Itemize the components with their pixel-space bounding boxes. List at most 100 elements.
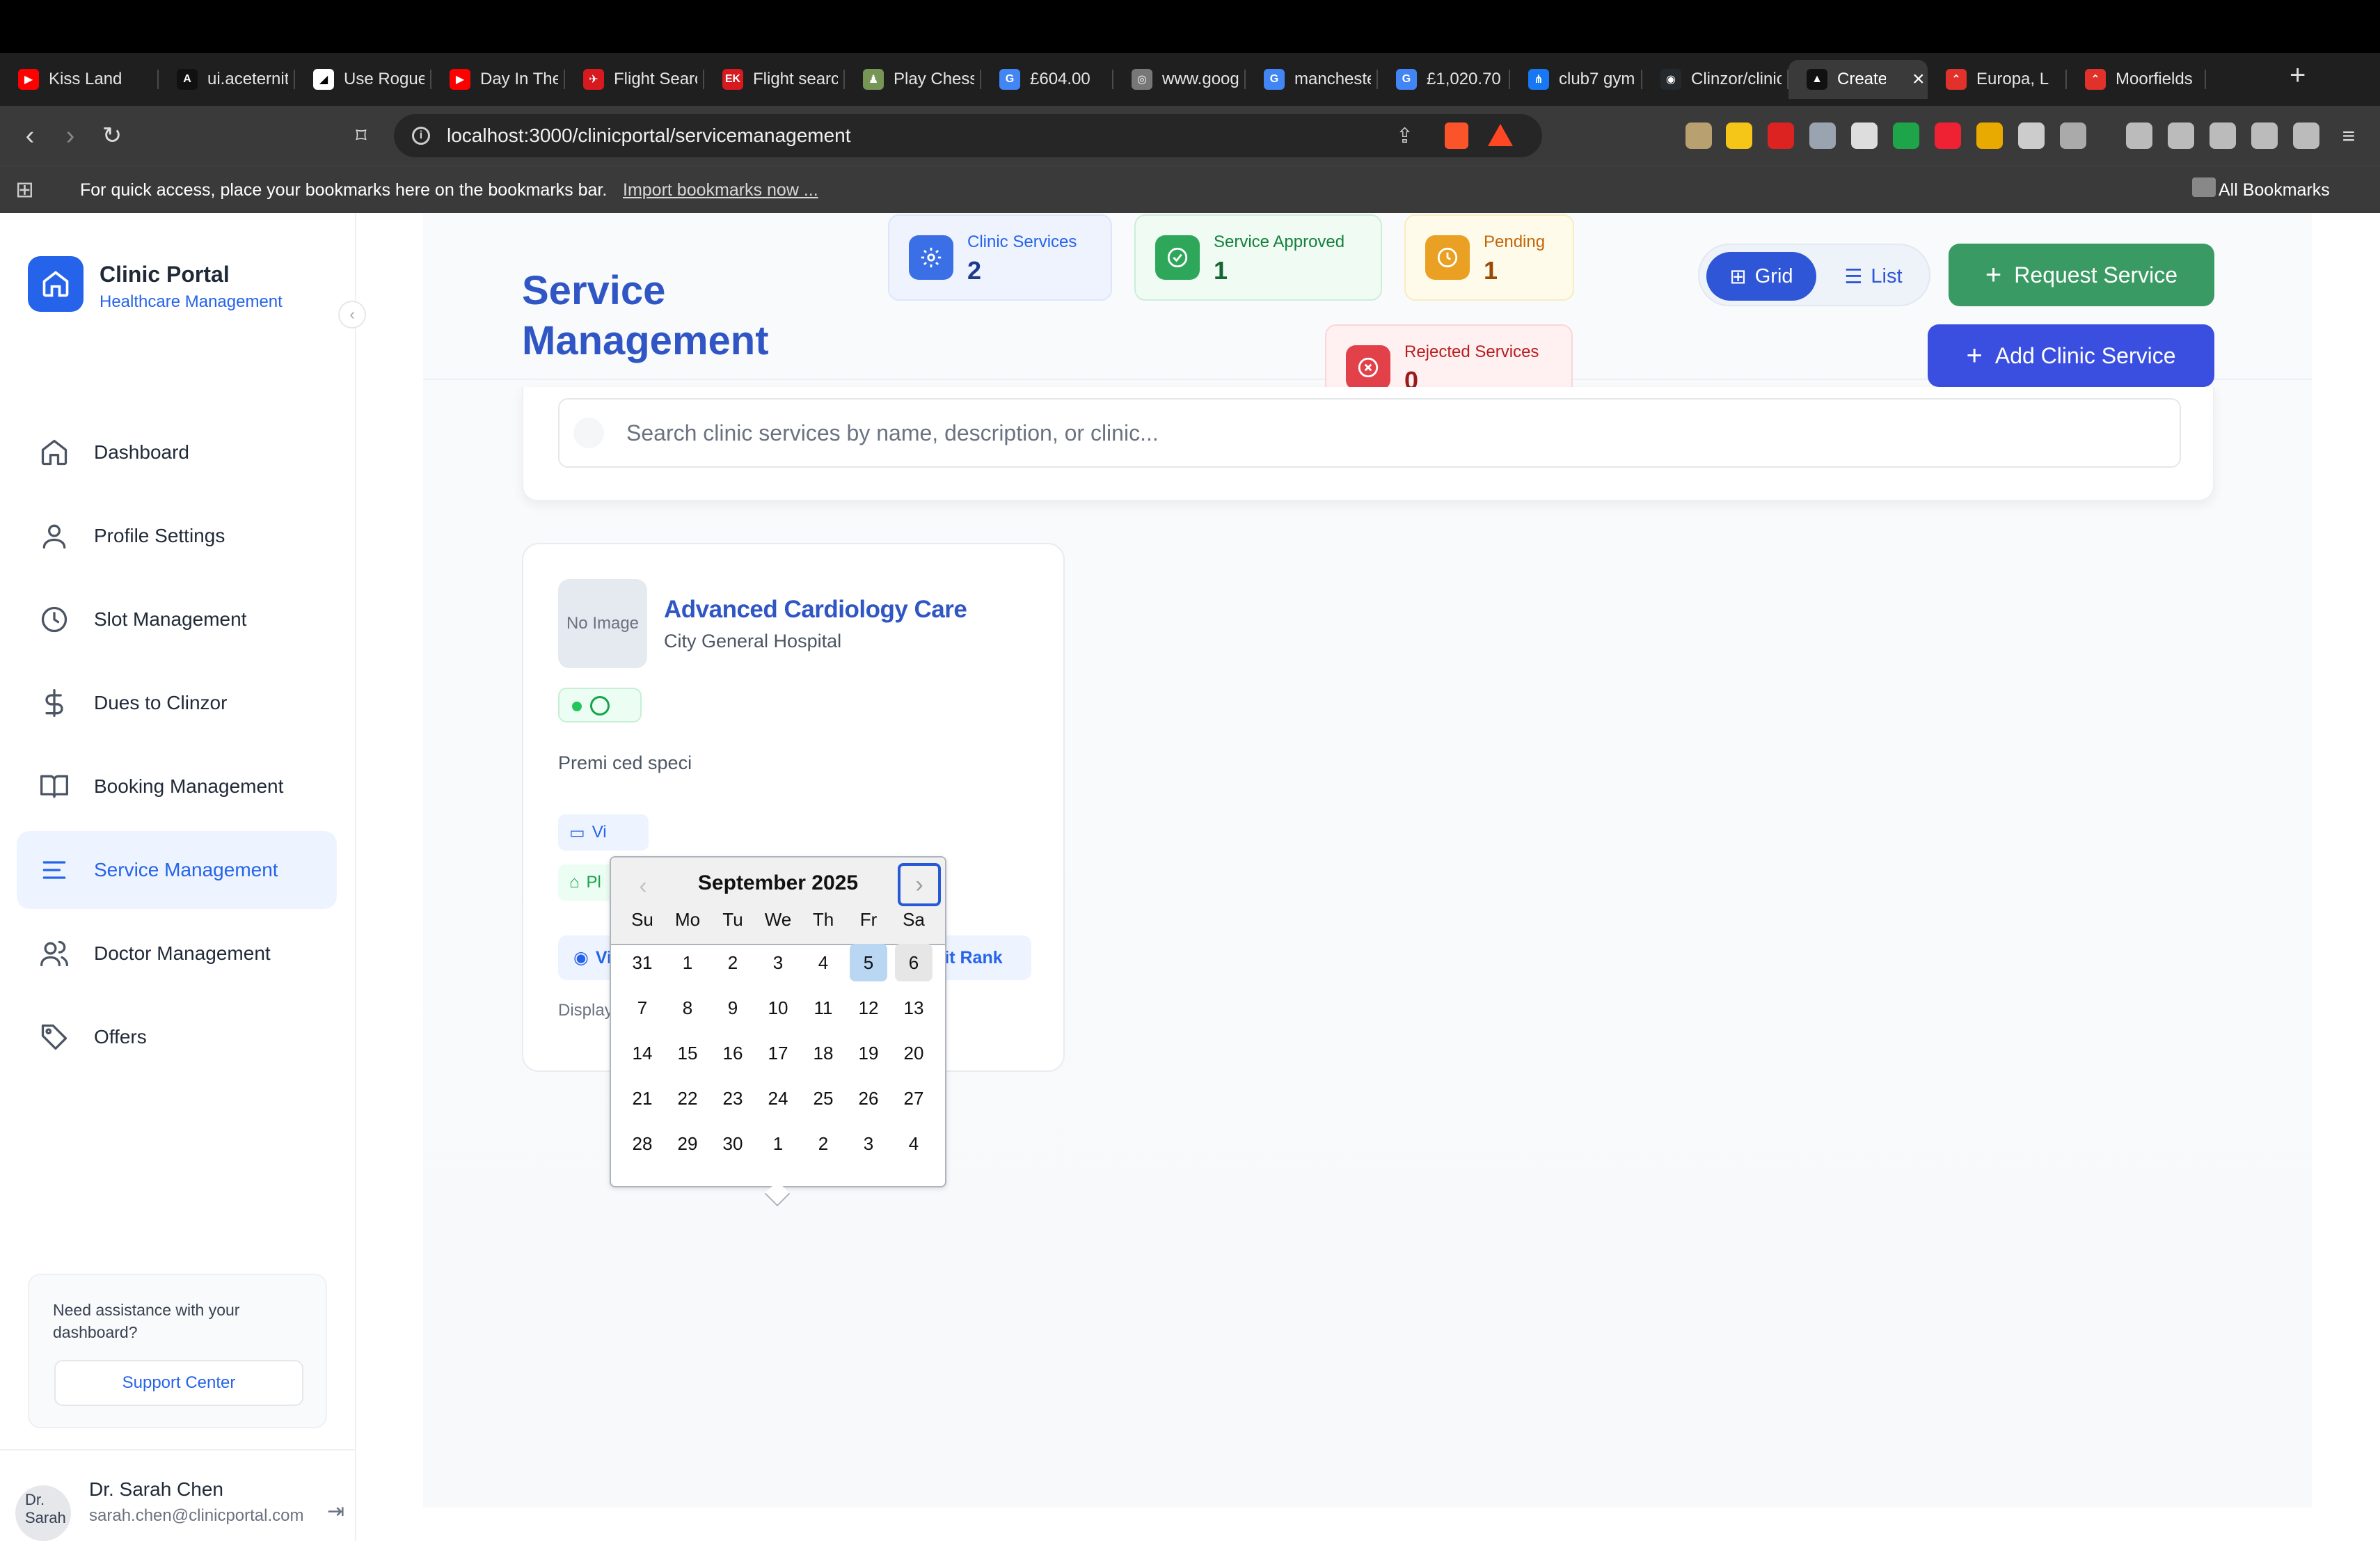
- calendar-day[interactable]: 5: [850, 944, 887, 981]
- wallet-icon[interactable]: [2210, 123, 2236, 149]
- vpn-icon[interactable]: [2293, 123, 2319, 149]
- collapse-sidebar-button[interactable]: ‹: [338, 301, 366, 329]
- browser-tab[interactable]: ▶ Kiss Land: [0, 60, 159, 99]
- calendar-day[interactable]: 4: [895, 1125, 933, 1162]
- sidebar-item-offers[interactable]: Offers: [17, 998, 337, 1076]
- sidebar-toggle-icon[interactable]: [2168, 123, 2194, 149]
- extension-icon-8[interactable]: [1976, 123, 2003, 149]
- shield-extension-icon[interactable]: [1809, 123, 1836, 149]
- calendar-day[interactable]: 10: [759, 989, 797, 1027]
- browser-tab[interactable]: Gmanchester: [1246, 60, 1378, 99]
- bookmark-icon[interactable]: ⌑: [345, 120, 377, 152]
- calendar-day[interactable]: 3: [759, 944, 797, 981]
- calendar-day[interactable]: 27: [895, 1080, 933, 1117]
- calendar-day[interactable]: 31: [624, 944, 661, 981]
- share-icon[interactable]: ⇪: [1396, 124, 1413, 148]
- service-title[interactable]: Advanced Cardiology Care: [664, 596, 967, 624]
- address-bar[interactable]: i localhost:3000/clinicportal/serviceman…: [394, 114, 1542, 157]
- reload-icon[interactable]: ↻: [96, 120, 128, 152]
- music-icon[interactable]: [2126, 123, 2152, 149]
- request-service-button[interactable]: + Request Service: [1949, 244, 2214, 306]
- calendar-day[interactable]: 20: [895, 1034, 933, 1072]
- browser-tab[interactable]: ⋔ club7 gym: [1510, 60, 1642, 99]
- leo-ai-icon[interactable]: [2251, 123, 2278, 149]
- url-text[interactable]: localhost:3000/clinicportal/servicemanag…: [447, 125, 851, 147]
- brave-rewards-icon[interactable]: [1488, 124, 1513, 146]
- calendar-day[interactable]: 8: [669, 989, 706, 1027]
- calendar-day[interactable]: 19: [850, 1034, 887, 1072]
- browser-tab[interactable]: ▲ Create ×: [1788, 60, 1928, 99]
- import-bookmarks-link[interactable]: Import bookmarks now ...: [623, 180, 818, 200]
- browser-tab[interactable]: G £604.00: [981, 60, 1113, 99]
- browser-tab[interactable]: Aui.aceternity: [159, 60, 295, 99]
- extension-icon-3[interactable]: [1768, 123, 1794, 149]
- extension-icon-7[interactable]: [1935, 123, 1961, 149]
- calendar-day[interactable]: 9: [714, 989, 752, 1027]
- browser-tab[interactable]: ▶ Day In The: [431, 60, 565, 99]
- sidebar-item-dashboard[interactable]: Dashboard: [17, 413, 337, 491]
- browser-tab[interactable]: EK Flight search: [704, 60, 845, 99]
- calendar-day[interactable]: 22: [669, 1080, 706, 1117]
- sidebar-item-slot-management[interactable]: Slot Management: [17, 580, 337, 658]
- calendar-day[interactable]: 1: [669, 944, 706, 981]
- calendar-day[interactable]: 6: [895, 944, 933, 981]
- calendar-day[interactable]: 2: [714, 944, 752, 981]
- calendar-day[interactable]: 1: [759, 1125, 797, 1162]
- sidebar-item-booking-management[interactable]: Booking Management: [17, 748, 337, 825]
- browser-tab[interactable]: G £1,020.70: [1378, 60, 1510, 99]
- puzzle-icon[interactable]: [2018, 123, 2045, 149]
- calendar-day[interactable]: 29: [669, 1125, 706, 1162]
- next-month-icon[interactable]: ›: [898, 863, 941, 906]
- browser-tab[interactable]: ◢ Use Rogue: [295, 60, 431, 99]
- browser-tab[interactable]: ♟ Play Chess: [845, 60, 981, 99]
- browser-tab[interactable]: ✈ Flight Search: [565, 60, 704, 99]
- sidebar-item-profile-settings[interactable]: Profile Settings: [17, 497, 337, 575]
- calendar-day[interactable]: 30: [714, 1125, 752, 1162]
- calendar-day[interactable]: 7: [624, 989, 661, 1027]
- calendar-day[interactable]: 28: [624, 1125, 661, 1162]
- calendar-day[interactable]: 16: [714, 1034, 752, 1072]
- sidebar-item-dues-to-clinzor[interactable]: Dues to Clinzor: [17, 664, 337, 742]
- all-bookmarks[interactable]: All Bookmarks: [2219, 180, 2330, 200]
- calendar-day[interactable]: 18: [804, 1034, 842, 1072]
- calendar-day[interactable]: 17: [759, 1034, 797, 1072]
- site-info-icon[interactable]: i: [412, 127, 430, 145]
- extension-icon-6[interactable]: [1893, 123, 1919, 149]
- browser-tab[interactable]: ◎ www.google: [1113, 60, 1246, 99]
- calendar-day[interactable]: 15: [669, 1034, 706, 1072]
- browser-tab[interactable]: ◉ Clinzor/clinic: [1642, 60, 1788, 99]
- calendar-day[interactable]: 24: [759, 1080, 797, 1117]
- new-tab-button[interactable]: +: [2290, 60, 2306, 91]
- calendar-day[interactable]: 3: [850, 1125, 887, 1162]
- calendar-day[interactable]: 26: [850, 1080, 887, 1117]
- forward-icon[interactable]: ›: [54, 120, 86, 152]
- calendar-day[interactable]: 4: [804, 944, 842, 981]
- add-clinic-service-button[interactable]: + Add Clinic Service: [1928, 324, 2214, 387]
- back-icon[interactable]: ‹: [14, 120, 46, 152]
- close-tab-icon[interactable]: ×: [1912, 68, 1925, 91]
- sidebar-item-service-management[interactable]: Service Management: [17, 831, 337, 909]
- search-input[interactable]: [558, 398, 2181, 468]
- grid-view-button[interactable]: ⊞ Grid: [1706, 252, 1816, 301]
- calendar-day[interactable]: 21: [624, 1080, 661, 1117]
- menu-icon[interactable]: ≡: [2333, 120, 2365, 152]
- calendar-day[interactable]: 23: [714, 1080, 752, 1117]
- calendar-day[interactable]: 25: [804, 1080, 842, 1117]
- apps-grid-icon[interactable]: ⊞: [15, 176, 34, 203]
- list-view-button[interactable]: ☰ List: [1825, 252, 1922, 301]
- calendar-day[interactable]: 2: [804, 1125, 842, 1162]
- sidebar-item-doctor-management[interactable]: Doctor Management: [17, 915, 337, 993]
- extension-icon-1[interactable]: [1685, 123, 1712, 149]
- screenshot-icon[interactable]: [2060, 123, 2086, 149]
- brave-shield-icon[interactable]: [1445, 123, 1468, 149]
- calendar-day[interactable]: 12: [850, 989, 887, 1027]
- highlighter-icon[interactable]: [1726, 123, 1752, 149]
- support-center-button[interactable]: Support Center: [54, 1360, 303, 1406]
- browser-tab[interactable]: ⌃ Moorfields: [2067, 60, 2206, 99]
- browser-tab[interactable]: ⌃ Europa, L: [1928, 60, 2067, 99]
- logout-icon[interactable]: ⇥: [327, 1499, 344, 1524]
- calendar-day[interactable]: 14: [624, 1034, 661, 1072]
- calendar-day[interactable]: 11: [804, 989, 842, 1027]
- eyedropper-icon[interactable]: [1851, 123, 1878, 149]
- calendar-day[interactable]: 13: [895, 989, 933, 1027]
